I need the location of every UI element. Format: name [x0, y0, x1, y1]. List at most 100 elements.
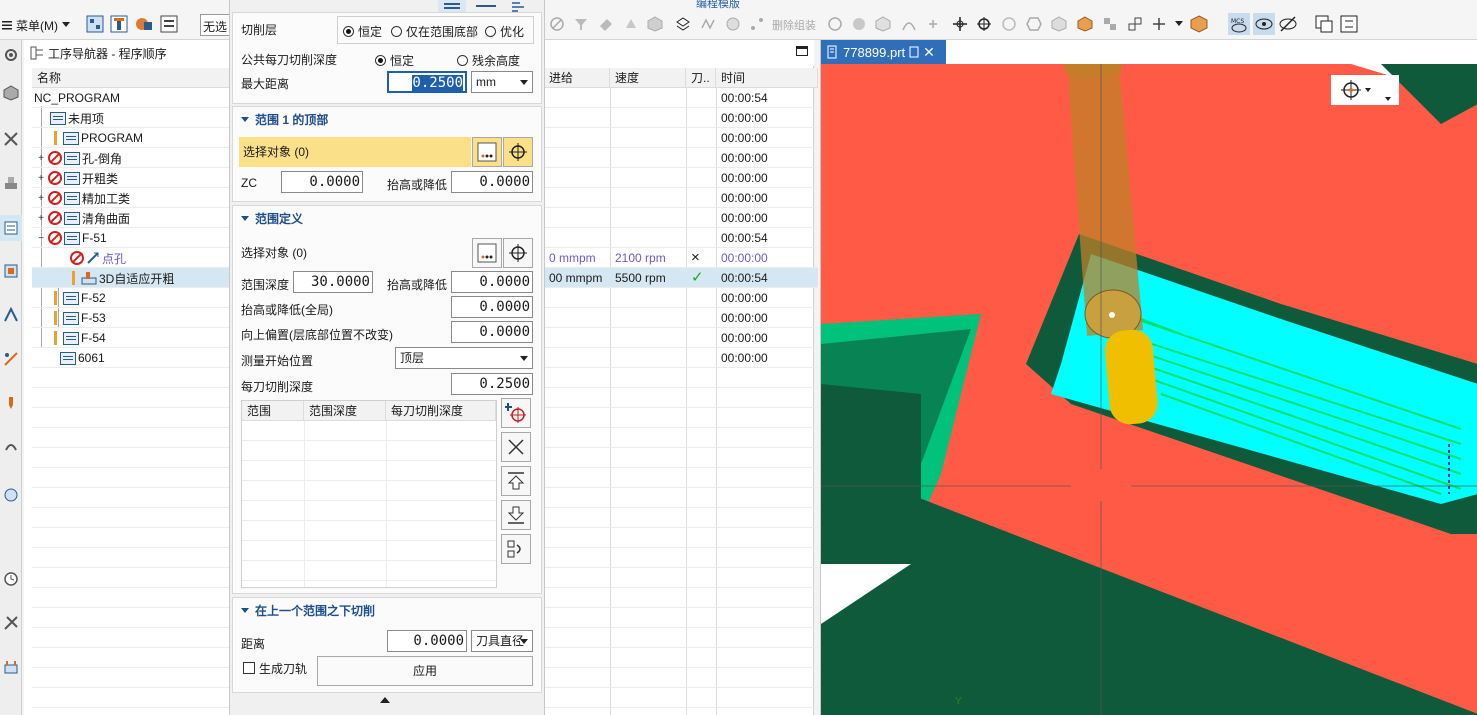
wrench-icon[interactable]	[0, 654, 22, 680]
cut-levels-option-bottom-only[interactable]: 仅在范围底部	[391, 23, 478, 40]
maximize-icon[interactable]	[796, 46, 808, 56]
cam-3d-scene[interactable]	[821, 64, 1477, 715]
expand-icon[interactable]: +	[36, 153, 46, 164]
operation-navigator-icon[interactable]	[0, 215, 22, 241]
distance-input[interactable]: 0.0000	[387, 630, 467, 652]
method-view-icon[interactable]	[158, 13, 180, 35]
column-header-tool[interactable]: 刀..	[686, 68, 716, 88]
common-depth-option-constant[interactable]: 恒定	[375, 52, 414, 69]
part-file-tab[interactable]: 778899.prt ✕	[821, 40, 946, 64]
point-constructor-icon[interactable]	[503, 238, 533, 268]
expand-icon[interactable]: +	[36, 213, 46, 224]
eraser-icon[interactable]	[595, 13, 617, 35]
layer-icon[interactable]	[672, 13, 694, 35]
depth-per-cut-input[interactable]: 0.2500	[451, 373, 533, 395]
point-constructor-icon[interactable]	[503, 137, 533, 167]
settings-icon[interactable]	[0, 42, 22, 68]
ribbon-tab-label[interactable]: 编程模版	[696, 0, 740, 11]
tool-icon[interactable]	[0, 610, 22, 636]
move-up-icon[interactable]	[501, 466, 531, 496]
assembly-navigator-icon[interactable]	[0, 126, 22, 152]
solid-icon[interactable]	[848, 13, 870, 35]
component-icon[interactable]	[1074, 13, 1096, 35]
chevron-down-icon[interactable]	[1168, 13, 1190, 35]
filter-icon[interactable]	[570, 13, 592, 35]
offset-up-input[interactable]: 0.0000	[451, 321, 533, 343]
cross-icon[interactable]	[1148, 13, 1170, 35]
cube-icon[interactable]	[644, 13, 666, 35]
range-definition-header[interactable]: 范围定义	[241, 210, 303, 227]
distance-unit-dropdown[interactable]: 刀具直径	[471, 630, 533, 652]
hexagon-icon[interactable]	[1023, 13, 1045, 35]
close-tab-icon[interactable]: ✕	[923, 44, 935, 61]
sensor-icon[interactable]	[0, 432, 22, 458]
collapse-up-icon[interactable]	[380, 697, 390, 703]
geometry-view-icon[interactable]	[133, 13, 155, 35]
snap-icon[interactable]	[949, 13, 971, 35]
cut-levels-option-constant[interactable]: 恒定	[343, 23, 382, 40]
global-raise-lower-input[interactable]: 0.0000	[451, 296, 533, 318]
csys-icon[interactable]	[973, 13, 995, 35]
range-depth-input[interactable]: 30.0000	[293, 271, 373, 293]
swap-icon[interactable]	[1338, 13, 1360, 35]
generate-toolpath-checkbox[interactable]	[243, 662, 255, 674]
display-icon[interactable]	[824, 13, 846, 35]
top-of-range-header[interactable]: 范围 1 的顶部	[241, 111, 328, 128]
apply-button[interactable]: 应用	[317, 656, 533, 686]
below-last-range-header[interactable]: 在上一个范围之下切削	[241, 602, 375, 619]
clock-icon[interactable]	[0, 566, 22, 592]
arc-icon[interactable]	[998, 13, 1020, 35]
select-all-icon[interactable]	[546, 13, 568, 35]
machine-tool-view-icon[interactable]	[108, 13, 130, 35]
body-icon[interactable]	[1048, 13, 1070, 35]
collapse-icon[interactable]: −	[36, 233, 46, 244]
common-depth-option-scallop[interactable]: 残余高度	[457, 52, 520, 69]
point-dialog-icon[interactable]	[472, 238, 502, 268]
measure-from-dropdown[interactable]: 顶层	[395, 347, 533, 369]
transform-icon[interactable]	[1124, 13, 1146, 35]
expand-icon[interactable]: +	[36, 193, 46, 204]
tool-path-icon[interactable]	[697, 13, 719, 35]
face-icon[interactable]	[620, 13, 642, 35]
max-distance-unit-dropdown[interactable]: mm	[471, 71, 533, 93]
constraint-navigator-icon[interactable]	[0, 170, 22, 196]
range-raise-lower-input[interactable]: 0.0000	[451, 271, 533, 293]
column-header-time[interactable]: 时间	[716, 68, 818, 88]
add-range-icon[interactable]	[501, 398, 531, 428]
part-navigator-icon[interactable]	[0, 80, 22, 106]
hide-icon[interactable]	[1277, 13, 1299, 35]
curve-icon[interactable]	[898, 13, 920, 35]
reset-ranges-icon[interactable]	[501, 534, 531, 564]
selection-filter-dropdown[interactable]: 无选	[200, 14, 230, 36]
feature-navigator-icon[interactable]	[0, 346, 22, 372]
zc-input[interactable]: 0.0000	[281, 171, 363, 193]
point-dialog-icon[interactable]	[472, 137, 502, 167]
point-icon[interactable]	[746, 13, 768, 35]
cut-levels-option-optimize[interactable]: 优化	[485, 23, 524, 40]
mcs-icon[interactable]: MCS	[1228, 13, 1250, 35]
window-icon[interactable]	[1313, 13, 1335, 35]
program-order-view-icon[interactable]	[84, 13, 106, 35]
column-header-speed[interactable]: 速度	[610, 68, 686, 88]
delete-group-label[interactable]: 删除组装	[772, 17, 816, 33]
column-header-feed[interactable]: 进给	[544, 68, 610, 88]
move-down-icon[interactable]	[501, 500, 531, 530]
point-icon[interactable]	[922, 13, 944, 35]
snap-point-widget[interactable]	[1331, 75, 1399, 105]
max-distance-input[interactable]: 0.2500	[387, 71, 467, 93]
top-of-range-select-object[interactable]: 选择对象 (0)	[239, 137, 471, 167]
history-icon[interactable]	[0, 482, 22, 508]
top-raise-lower-input[interactable]: 0.0000	[451, 171, 533, 193]
menu-button[interactable]: 菜单(M)	[2, 15, 70, 35]
assembly-icon[interactable]	[1099, 13, 1121, 35]
show-hide-icon[interactable]	[1253, 13, 1275, 35]
drill-icon[interactable]	[0, 390, 22, 416]
part-icon[interactable]	[1188, 13, 1210, 35]
sheet-icon[interactable]	[872, 13, 894, 35]
expand-icon[interactable]: +	[36, 173, 46, 184]
verify-icon[interactable]	[722, 13, 744, 35]
range-select-label[interactable]: 选择对象 (0)	[241, 244, 307, 261]
delete-range-icon[interactable]	[501, 432, 531, 462]
ops-icon[interactable]	[0, 302, 22, 328]
machine-tool-navigator-icon[interactable]	[0, 258, 22, 284]
